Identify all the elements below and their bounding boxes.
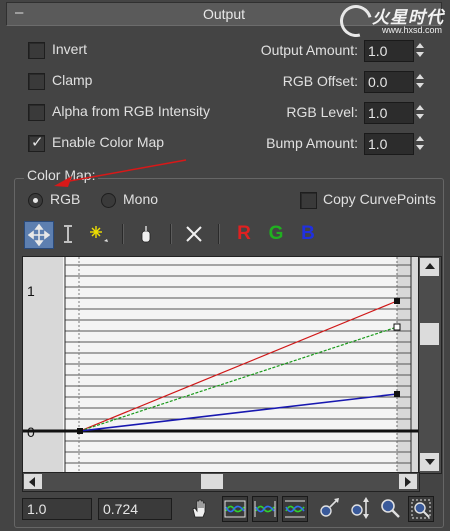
curve-point-blue-end — [394, 391, 400, 397]
bump-amount-value: 1.0 — [368, 136, 388, 152]
output-amount-spinner[interactable] — [414, 40, 426, 60]
curve-point-red-end — [394, 298, 400, 304]
bump-amount-label: Bump Amount: — [266, 135, 358, 151]
blue-curve — [79, 393, 398, 432]
rgb-radio[interactable] — [28, 193, 43, 208]
rgb-radio-label: RGB — [50, 191, 81, 207]
zoom-vertical-extents-icon[interactable] — [282, 496, 308, 522]
bump-amount-spinner[interactable] — [414, 133, 426, 153]
output-amount-field[interactable]: 1.0 — [364, 40, 414, 62]
alpha-from-rgb-label: Alpha from RGB Intensity — [52, 103, 210, 119]
annotation-arrow-icon — [54, 159, 187, 187]
watermark-logo: 火星时代 www.hxsd.com — [334, 0, 444, 43]
curve-point-start — [77, 428, 83, 434]
output-amount-value: 1.0 — [368, 43, 388, 59]
invert-checkbox[interactable] — [28, 42, 45, 59]
rgb-level-value: 1.0 — [368, 105, 388, 121]
mono-radio-label: Mono — [123, 191, 159, 207]
watermark-url: www.hxsd.com — [382, 25, 443, 35]
spin-up-icon[interactable] — [416, 43, 424, 48]
curve-graph-canvas[interactable]: 1 0 — [23, 257, 419, 473]
y-label-top: 1 — [27, 283, 35, 299]
green-curve — [79, 326, 398, 432]
zoom-region-icon[interactable] — [408, 496, 434, 522]
mono-radio[interactable] — [101, 193, 116, 208]
curve-graph[interactable]: 1 0 — [22, 256, 420, 474]
scroll-down-button[interactable] — [420, 453, 439, 471]
channel-red-toggle[interactable]: R — [230, 221, 258, 247]
scroll-up-button[interactable] — [420, 258, 439, 276]
channel-blue-toggle[interactable]: B — [294, 221, 322, 247]
y-label-bottom: 0 — [27, 424, 35, 440]
horizontal-scrollbar[interactable] — [22, 472, 420, 492]
copy-curvepoints-checkbox[interactable] — [300, 192, 317, 209]
spin-up-icon[interactable] — [416, 74, 424, 79]
bump-amount-field[interactable]: 1.0 — [364, 133, 414, 155]
y-value-field[interactable]: 0.724 — [98, 498, 172, 520]
add-point-icon[interactable] — [84, 221, 112, 247]
scale-point-icon[interactable] — [54, 221, 82, 247]
clamp-label: Clamp — [52, 72, 93, 88]
rgb-offset-value: 0.0 — [368, 74, 388, 90]
rgb-offset-label: RGB Offset: — [282, 73, 358, 89]
zoom-vertical-icon[interactable] — [348, 496, 372, 520]
output-amount-label: Output Amount: — [260, 42, 358, 58]
curve-point-green-end — [393, 323, 401, 331]
horizontal-scroll-thumb[interactable] — [201, 474, 223, 489]
enable-color-map-checkbox[interactable] — [28, 133, 45, 152]
x-value: 1.0 — [27, 501, 47, 517]
vertical-scrollbar[interactable] — [418, 256, 442, 474]
curve-toolbar: R G B — [22, 221, 414, 249]
spin-up-icon[interactable] — [416, 136, 424, 141]
vertical-scroll-thumb[interactable] — [420, 323, 439, 345]
channel-green-toggle[interactable]: G — [262, 221, 290, 247]
scroll-left-button[interactable] — [24, 474, 42, 489]
move-icon[interactable] — [24, 221, 54, 249]
y-value: 0.724 — [103, 501, 139, 517]
spin-down-icon[interactable] — [416, 145, 424, 150]
clamp-checkbox[interactable] — [28, 73, 45, 90]
reset-curves-icon[interactable] — [132, 221, 160, 247]
rgb-level-field[interactable]: 1.0 — [364, 102, 414, 124]
rgb-level-spinner[interactable] — [414, 102, 426, 122]
rgb-offset-spinner[interactable] — [414, 71, 426, 91]
rgb-level-label: RGB Level: — [286, 104, 358, 120]
zoom-horizontal-extents-icon[interactable] — [252, 496, 278, 522]
pan-icon[interactable] — [188, 496, 212, 520]
enable-color-map-label: Enable Color Map — [52, 134, 165, 150]
zoom-horizontal-icon[interactable] — [318, 496, 342, 520]
spin-up-icon[interactable] — [416, 105, 424, 110]
zoom-extents-icon[interactable] — [222, 496, 248, 522]
copy-curvepoints-label: Copy CurvePoints — [323, 191, 436, 207]
invert-label: Invert — [52, 41, 88, 57]
scroll-right-button[interactable] — [399, 474, 417, 489]
alpha-from-rgb-checkbox[interactable] — [28, 104, 45, 121]
spin-down-icon[interactable] — [416, 114, 424, 119]
spin-down-icon[interactable] — [416, 83, 424, 88]
rgb-offset-field[interactable]: 0.0 — [364, 71, 414, 93]
delete-point-icon[interactable] — [180, 221, 208, 247]
x-value-field[interactable]: 1.0 — [22, 498, 92, 520]
zoom-icon[interactable] — [378, 496, 402, 520]
spin-down-icon[interactable] — [416, 52, 424, 57]
